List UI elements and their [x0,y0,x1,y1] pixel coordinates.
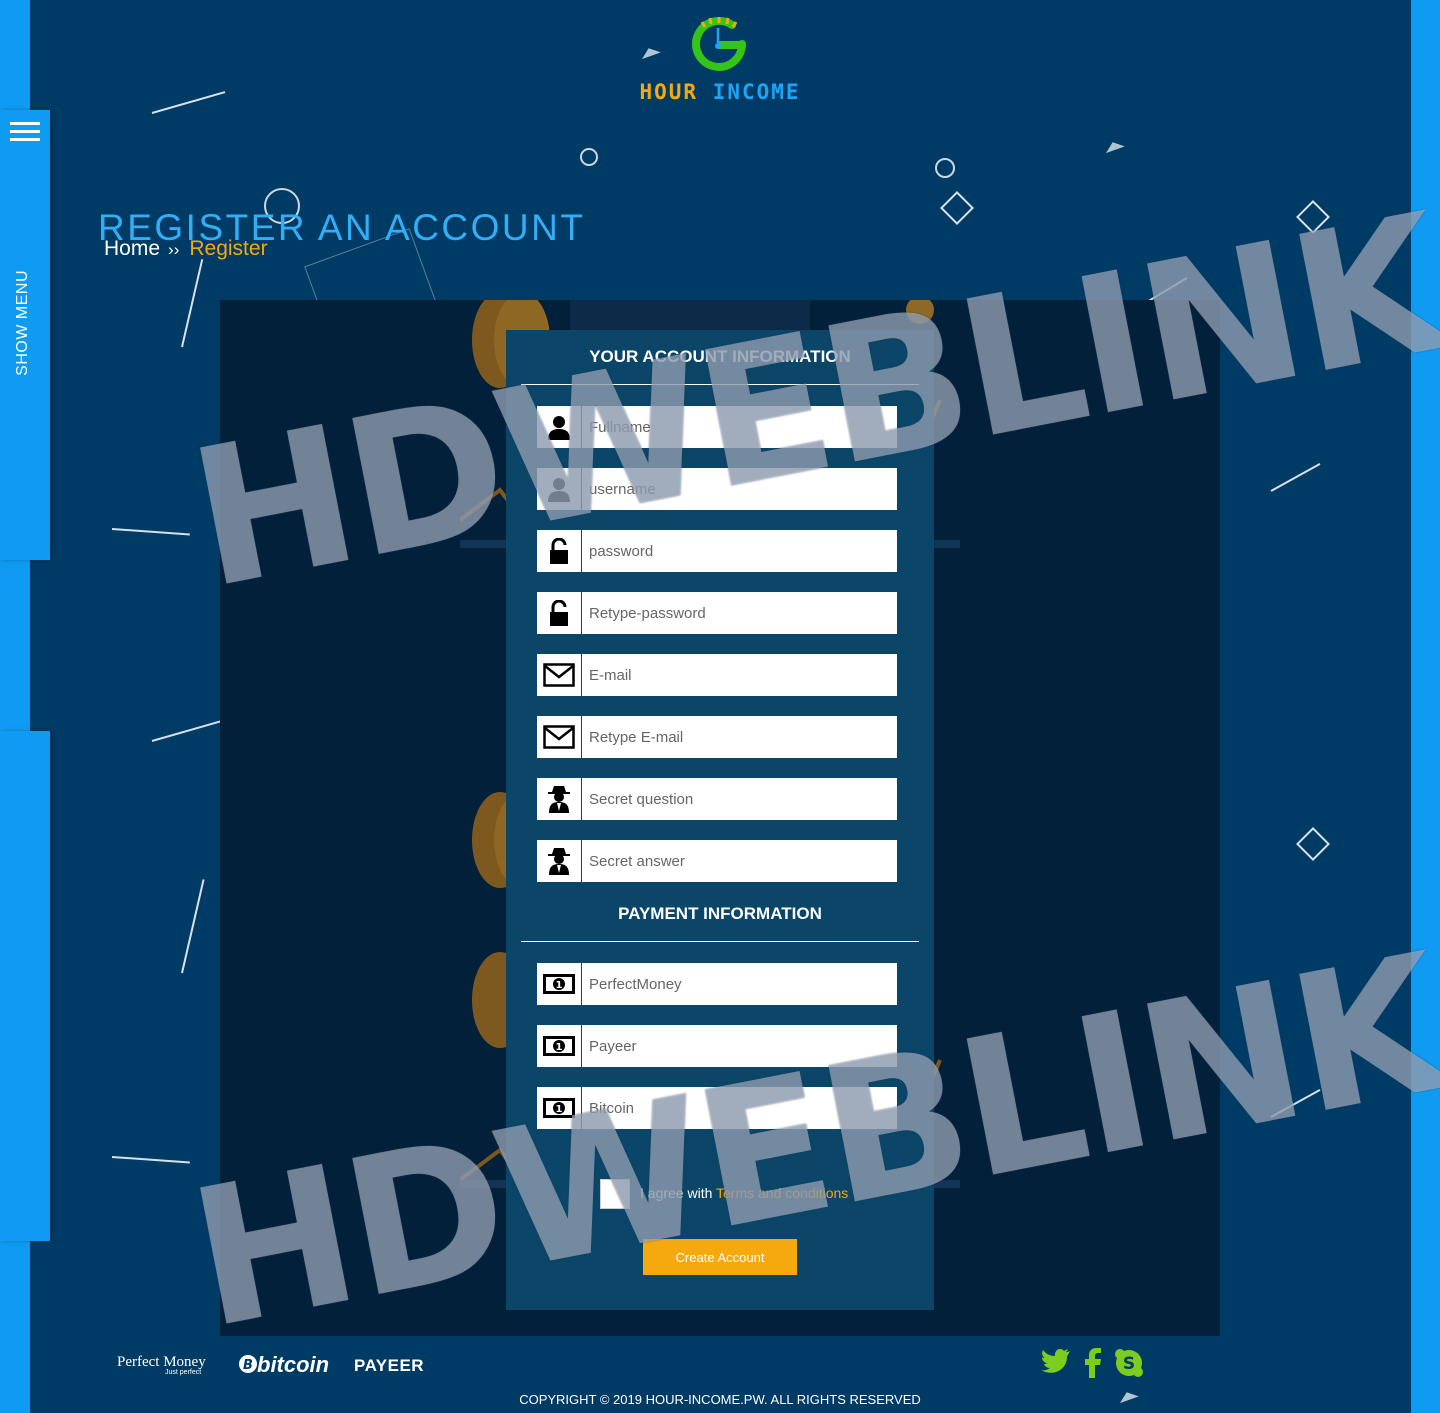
secret-answer-input[interactable] [583,840,900,882]
logo-word-hour: HOUR [639,80,699,104]
retype-password-input[interactable] [583,592,900,634]
decor-diamond [1296,827,1330,861]
decor-line [181,879,205,974]
payment-section-title: PAYMENT INFORMATION [618,904,822,923]
side-panel-tab [0,731,50,1241]
banknote-icon: 1 [537,963,582,1005]
logo-word-income: INCOME [712,80,801,104]
perfectmoney-input[interactable] [583,963,900,1005]
banknote-icon: 1 [537,1025,582,1067]
section-divider [521,941,919,942]
secret-question-field[interactable] [537,778,900,820]
decor-circle [580,148,598,166]
skype-icon[interactable]: S [1114,1348,1144,1378]
site-logo[interactable]: HOUR INCOME [616,10,824,110]
envelope-icon [537,716,582,758]
decor-line [1270,462,1321,492]
decor-line [151,91,226,114]
logo-text: HOUR INCOME [616,80,824,104]
retype-email-input[interactable] [583,716,900,758]
decor-line [111,528,190,536]
envelope-icon [537,654,582,696]
decor-diamond [940,191,974,225]
perfectmoney-field[interactable]: 1 [537,963,900,1005]
breadcrumb-current: Register [189,237,268,260]
secret-question-input[interactable] [583,778,900,820]
breadcrumb: Home ›› Register [104,237,268,261]
retype-password-field[interactable] [537,592,900,634]
hamburger-icon[interactable] [10,122,40,146]
spy-icon [537,778,582,820]
twitter-icon[interactable] [1041,1348,1071,1378]
svg-text:1: 1 [556,1042,563,1053]
decor-line [181,259,204,348]
perfect-money-tagline: Just perfect [165,1369,202,1376]
breadcrumb-separator: ›› [168,240,180,259]
clock-g-logo-icon [692,17,746,71]
svg-text:S: S [1123,1354,1135,1374]
secret-answer-field[interactable] [537,840,900,882]
decor-triangle [1103,138,1125,154]
email-field[interactable] [537,654,900,696]
retype-email-field[interactable] [537,716,900,758]
decor-circle [935,158,955,178]
show-menu-label[interactable]: SHOW MENU [14,270,32,376]
facebook-icon[interactable] [1084,1348,1114,1378]
spy-icon [537,840,582,882]
copyright-text: COPYRIGHT © 2019 HOUR-INCOME.PW. ALL RIG… [519,1392,921,1407]
lock-icon [537,592,582,634]
breadcrumb-home-link[interactable]: Home [104,237,160,260]
payeer-logo: PAYEER [354,1356,425,1375]
svg-text:1: 1 [556,980,563,991]
email-input[interactable] [583,654,900,696]
show-menu-tab[interactable]: SHOW MENU [0,110,50,560]
decor-line [151,719,226,742]
